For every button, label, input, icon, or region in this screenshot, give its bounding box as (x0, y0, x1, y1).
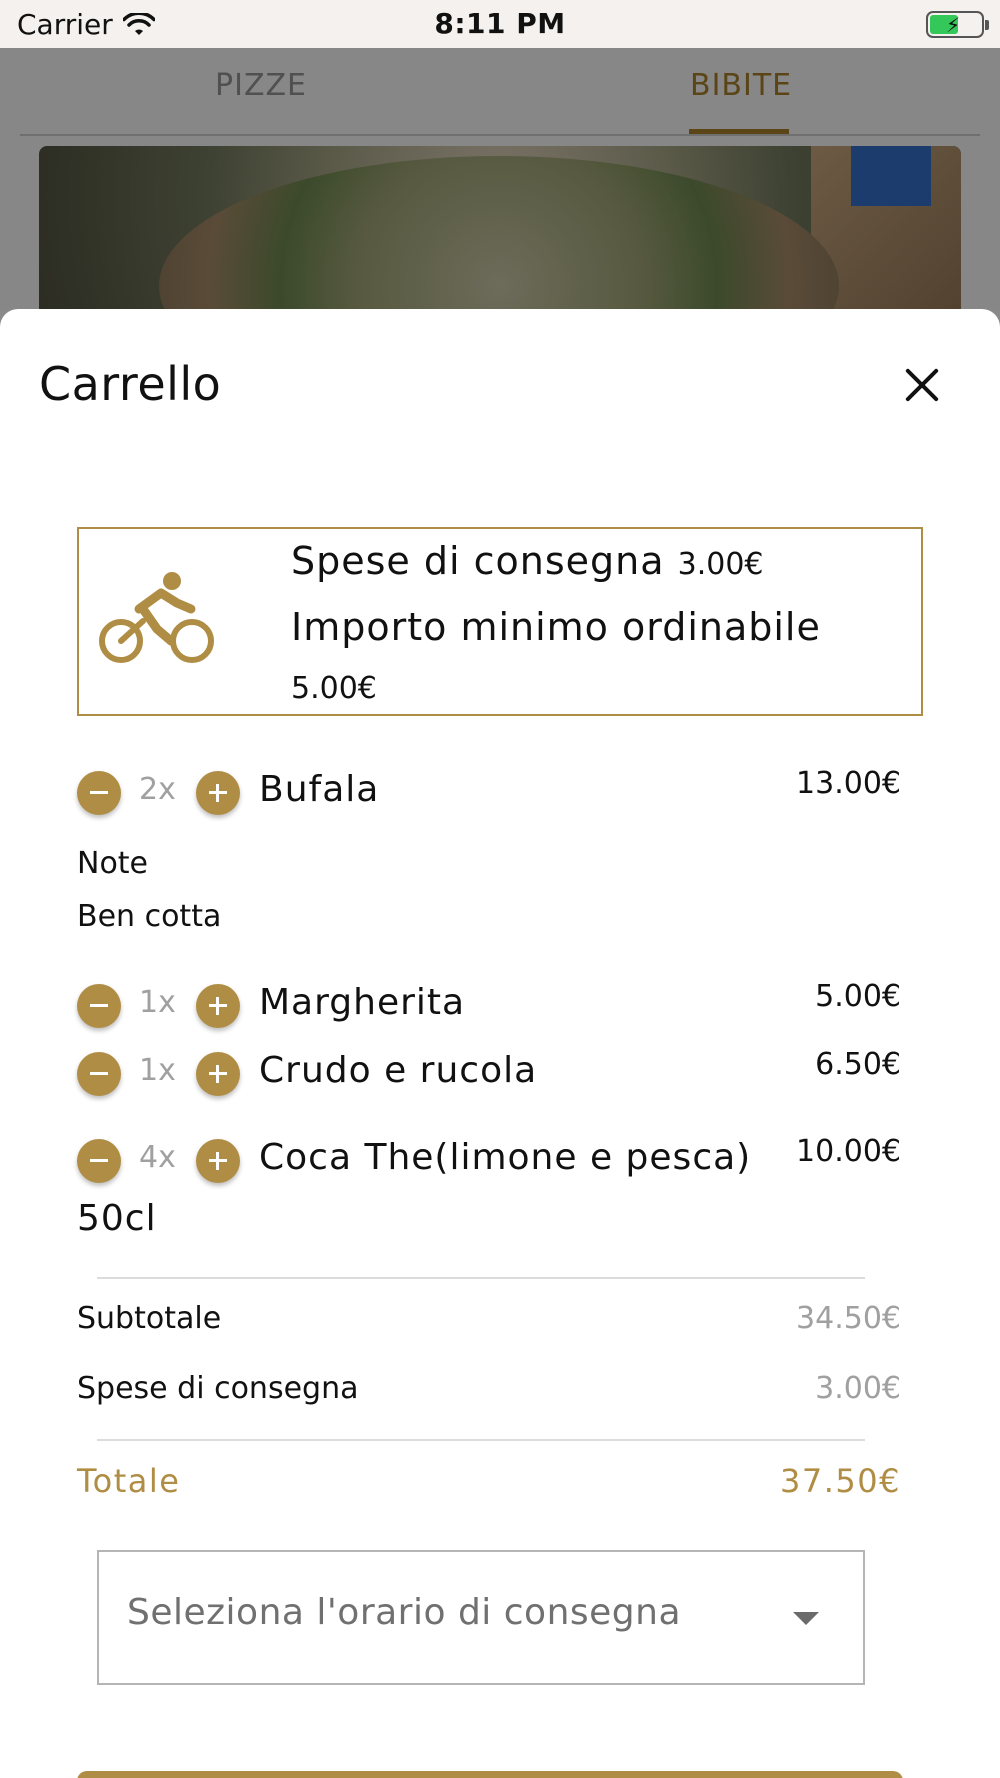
delivery-fee-value: 3.00€ (677, 547, 764, 582)
item-quantity: 2x (139, 772, 176, 807)
minus-icon[interactable] (77, 1052, 121, 1096)
minus-icon[interactable] (77, 984, 121, 1028)
checkout-button[interactable] (77, 1771, 903, 1778)
item-name: Margherita (259, 982, 466, 1023)
delivery-fee: Spese di consegna 3.00€ (291, 539, 764, 583)
plus-icon[interactable] (196, 771, 240, 815)
status-bar: Carrier 8:11 PM ⚡ (0, 0, 1000, 48)
delivery-time-placeholder: Seleziona l'orario di consegna (127, 1592, 682, 1633)
cart-item-crudo-e-rucola: 1x Crudo e rucola 6.50€ (77, 1047, 923, 1107)
category-tabs: PIZZE BIBITE (20, 48, 980, 136)
item-name: Crudo e rucola (259, 1050, 538, 1091)
minimum-order-value: 5.00€ (291, 671, 377, 706)
close-icon[interactable] (896, 359, 948, 411)
plus-icon[interactable] (196, 984, 240, 1028)
subtotal-label: Subtotale (77, 1301, 222, 1336)
minus-icon[interactable] (77, 771, 121, 815)
divider (97, 1439, 865, 1441)
delivery-time-select[interactable]: Seleziona l'orario di consegna (97, 1550, 865, 1685)
item-quantity: 4x (139, 1140, 176, 1175)
minimum-order-label: Importo minimo ordinabile (291, 605, 821, 649)
clock: 8:11 PM (434, 7, 566, 40)
menu-background: PIZZE BIBITE (0, 48, 1000, 346)
minus-icon[interactable] (77, 1139, 121, 1183)
item-price: 6.50€ (815, 1047, 901, 1082)
item-note-text: Ben cotta (77, 899, 222, 934)
item-quantity: 1x (139, 1053, 176, 1088)
divider (97, 1277, 865, 1279)
chevron-down-icon (793, 1612, 819, 1625)
item-price: 5.00€ (815, 979, 901, 1014)
cart-item-bufala: 2x Bufala 13.00€ (77, 766, 923, 826)
cart-item-margherita: 1x Margherita 5.00€ (77, 979, 923, 1039)
delivery-fee-summary-value: 3.00€ (815, 1371, 901, 1406)
total-value: 37.50€ (780, 1462, 901, 1500)
item-name: Coca The(limone e pesca) (259, 1137, 752, 1178)
item-note-label: Note (77, 846, 149, 881)
tab-pizze[interactable]: PIZZE (215, 68, 307, 103)
bicycle-icon (99, 572, 214, 663)
delivery-info-box: Spese di consegna 3.00€ Importo minimo o… (77, 527, 923, 716)
subtotal-value: 34.50€ (796, 1301, 901, 1336)
item-price: 13.00€ (796, 766, 901, 801)
total-label: Totale (77, 1462, 181, 1500)
battery-icon: ⚡ (926, 11, 989, 38)
item-price: 10.00€ (796, 1134, 901, 1169)
cart-title: Carrello (39, 357, 222, 411)
item-quantity: 1x (139, 985, 176, 1020)
cart-item-coca-the: 4x Coca The(limone e pesca) 10.00€ (77, 1134, 923, 1194)
item-name: Bufala (259, 769, 380, 810)
delivery-fee-summary-label: Spese di consegna (77, 1371, 359, 1406)
delivery-fee-label: Spese di consegna (291, 539, 665, 583)
tab-bibite[interactable]: BIBITE (690, 68, 792, 103)
plus-icon[interactable] (196, 1139, 240, 1183)
cart-sheet: Carrello Spese di consegna 3.00€ Importo… (0, 309, 1000, 1778)
active-tab-indicator (689, 129, 789, 134)
item-name-continuation: 50cl (77, 1198, 157, 1239)
plus-icon[interactable] (196, 1052, 240, 1096)
